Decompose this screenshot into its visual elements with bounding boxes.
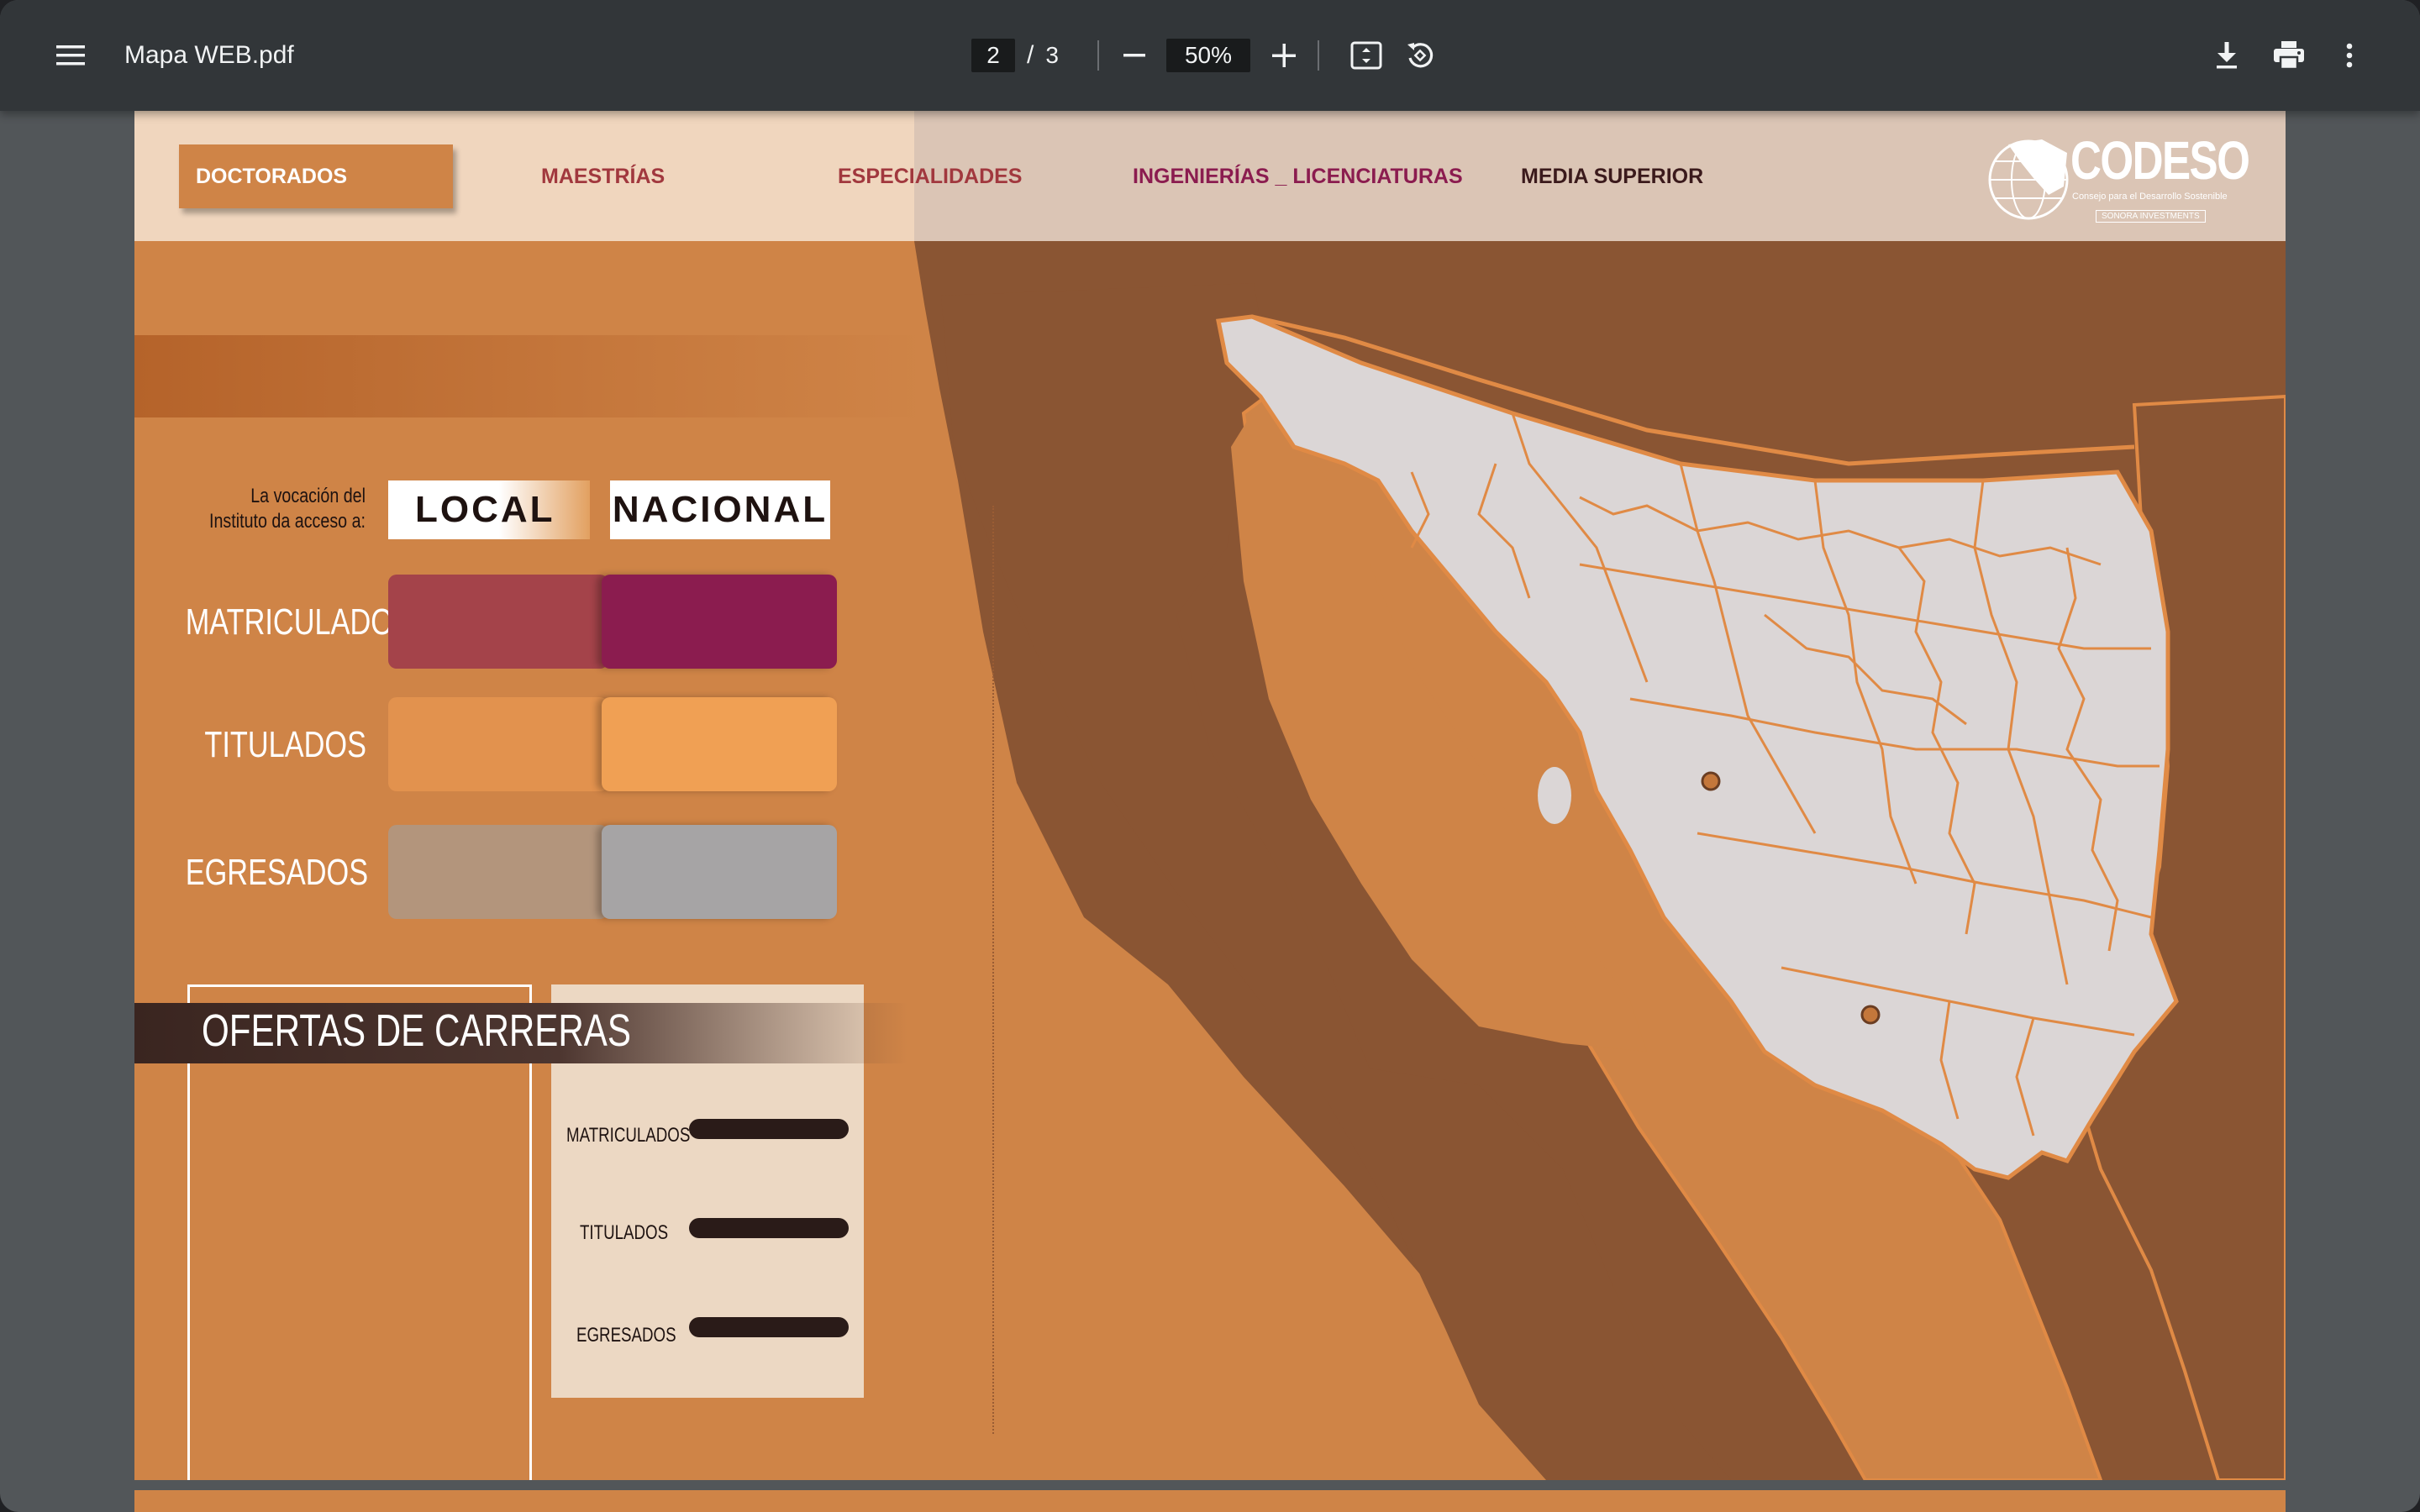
pdf-toolbar: Mapa WEB.pdf 2 / 3 50% <box>0 0 2420 111</box>
rotate-icon[interactable] <box>1393 29 1447 82</box>
pdf-page: DOCTORADOS MAESTRÍAS ESPECIALIDADES INGE… <box>134 111 2286 1480</box>
zoom-in-icon[interactable] <box>1257 29 1311 82</box>
vocacion-text: La vocación del Instituto da acceso a: <box>209 485 366 533</box>
tab-maestrias[interactable]: MAESTRÍAS <box>541 144 665 208</box>
swatch-matriculados-local <box>388 575 608 669</box>
toolbar-divider <box>1318 40 1319 71</box>
stat-egresados-label: EGRESADOS <box>576 1324 676 1347</box>
more-options-icon[interactable] <box>2323 29 2376 82</box>
next-page-edge <box>134 1490 2286 1512</box>
local-label: LOCAL <box>388 480 590 539</box>
tiburon-island <box>1538 767 1571 824</box>
swatch-matriculados-nacional <box>602 575 837 669</box>
brand-tagline: SONORA INVESTMENTS <box>2096 210 2206 223</box>
tab-ingenierias-licenciaturas[interactable]: INGENIERÍAS _ LICENCIATURAS <box>1133 144 1463 208</box>
stat-matriculados-label: MATRICULADOS <box>566 1124 691 1147</box>
stat-matriculados-bar <box>689 1119 849 1139</box>
swatch-egresados-local <box>388 825 608 919</box>
legend-titulados-label: TITULADOS <box>204 724 366 765</box>
print-icon[interactable] <box>2262 29 2316 82</box>
category-tabs-bar: DOCTORADOS MAESTRÍAS ESPECIALIDADES INGE… <box>134 111 2286 241</box>
pdf-viewer-window: Mapa WEB.pdf 2 / 3 50% DOCTORADOS MAESTR… <box>0 0 2420 1512</box>
page-number-input[interactable]: 2 <box>971 39 1015 72</box>
location-marker <box>1701 771 1721 791</box>
brand-name: CODESO <box>2070 130 2250 191</box>
stat-titulados-label: TITULADOS <box>580 1221 669 1244</box>
location-marker <box>1860 1005 1881 1025</box>
swatch-egresados-nacional <box>602 825 837 919</box>
zoom-out-icon[interactable] <box>1107 29 1161 82</box>
header-gradient-bar <box>134 335 924 417</box>
tab-doctorados[interactable]: DOCTORADOS <box>179 144 453 208</box>
download-icon[interactable] <box>2200 29 2254 82</box>
dotted-divider <box>992 506 994 1434</box>
swatch-titulados-nacional <box>602 697 837 791</box>
tab-media-superior[interactable]: MEDIA SUPERIOR <box>1521 144 1703 208</box>
toolbar-divider <box>1097 40 1099 71</box>
file-title: Mapa WEB.pdf <box>124 41 294 69</box>
brand-subtitle: Consejo para el Desarrollo Sostenible <box>2072 192 2228 202</box>
page-separator: / <box>1027 41 1034 69</box>
total-pages: 3 <box>1045 42 1059 68</box>
legend-egresados-label: EGRESADOS <box>185 852 369 893</box>
fit-page-icon[interactable] <box>1339 29 1393 82</box>
stat-egresados-bar <box>689 1317 849 1337</box>
ofertas-title: OFERTAS DE CARRERAS <box>202 1005 631 1056</box>
zoom-level-input[interactable]: 50% <box>1166 39 1250 72</box>
tab-especialidades[interactable]: ESPECIALIDADES <box>838 144 1022 208</box>
swatch-titulados-local <box>388 697 608 791</box>
legend-matriculados-label: MATRICULADOS <box>185 601 413 643</box>
hamburger-menu-icon[interactable] <box>44 29 97 82</box>
stat-titulados-bar <box>689 1218 849 1238</box>
nacional-label: NACIONAL <box>610 480 830 539</box>
